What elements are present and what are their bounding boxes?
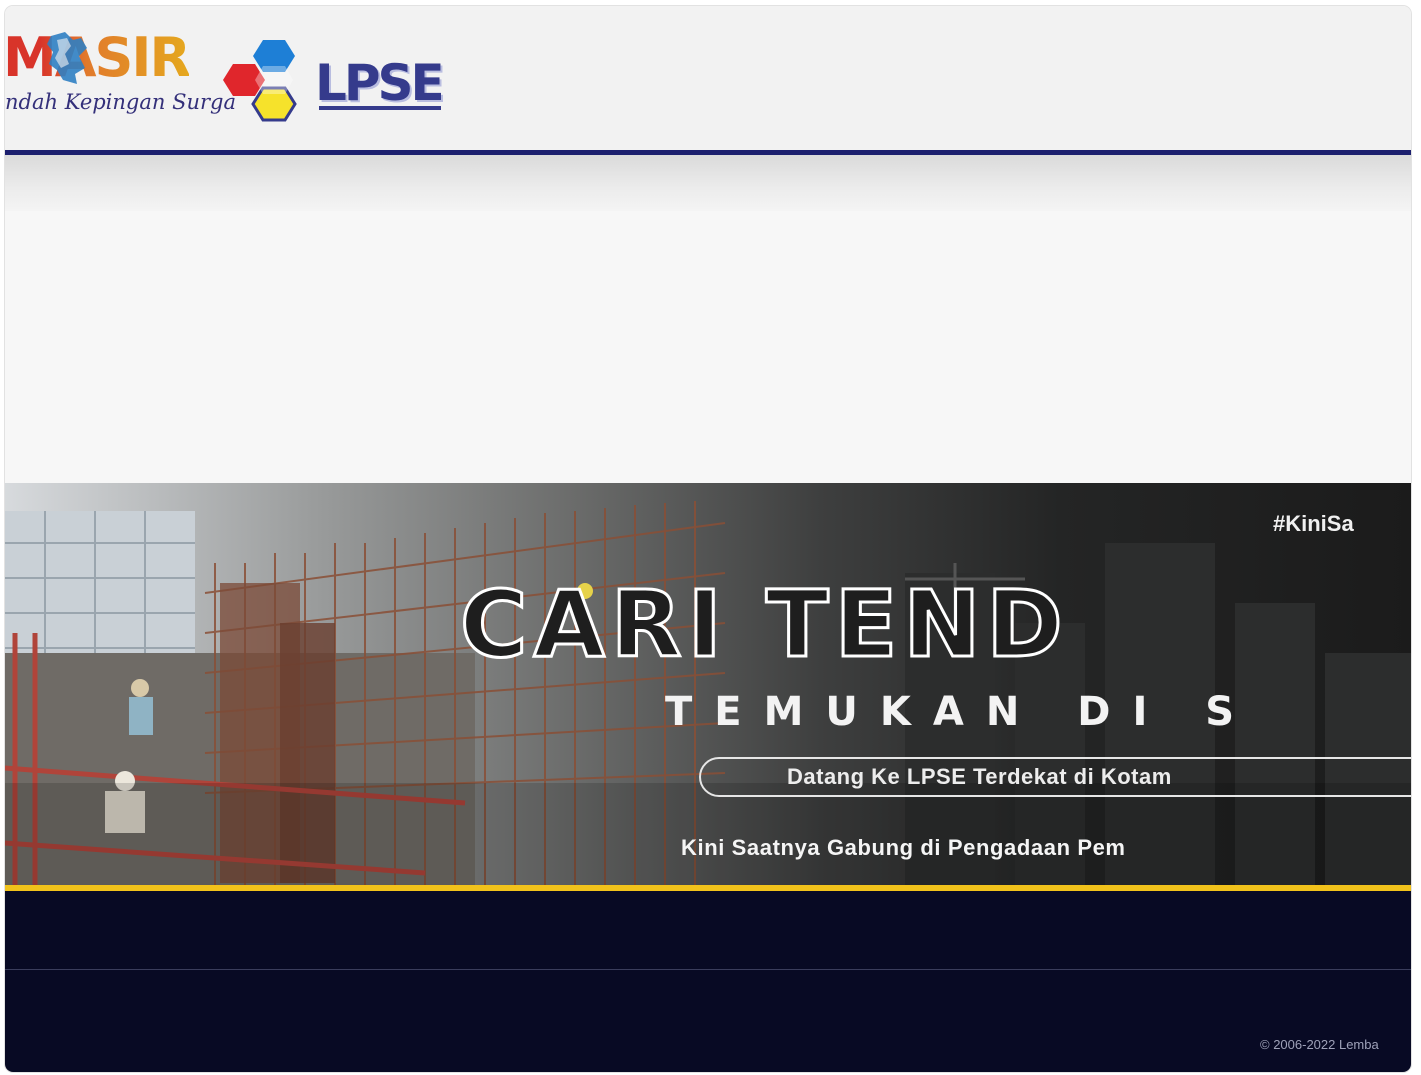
copyright-text: © 2006-2022 Lemba: [1260, 1037, 1379, 1052]
masir-tagline: ndah Kepingan Surga: [5, 90, 236, 114]
lpse-underline: [319, 106, 441, 110]
content-area: [5, 211, 1411, 483]
site-footer: © 2006-2022 Lemba: [5, 891, 1411, 1072]
navigation-bar: [5, 155, 1411, 211]
construction-scene-image: [5, 501, 1411, 885]
island-map-icon: [47, 32, 87, 84]
banner-tagline: Kini Saatnya Gabung di Pengadaan Pem: [681, 835, 1126, 860]
footer-divider: [5, 969, 1411, 970]
promo-banner[interactable]: #KiniSa CARI TEND TEMUKAN DI S Datang Ke…: [5, 483, 1411, 885]
page-frame: MASIR ndah Kepingan Surga LPSE #KiniSa C…: [5, 6, 1411, 1072]
banner-hashtag: #KiniSa: [1273, 511, 1354, 536]
masir-logo-text: MASIR: [5, 26, 191, 89]
lpse-logo[interactable]: LPSE: [223, 36, 445, 132]
banner-pill-text: Datang Ke LPSE Terdekat di Kotam: [787, 764, 1172, 789]
lpse-logo-text: LPSE: [315, 54, 445, 112]
masir-logo[interactable]: MASIR ndah Kepingan Surga: [5, 26, 236, 138]
site-header: MASIR ndah Kepingan Surga LPSE: [5, 6, 1411, 150]
banner-title: CARI TEND: [459, 571, 1069, 678]
lpse-hexagons-icon: [223, 40, 297, 122]
banner-subtitle: TEMUKAN DI S: [665, 689, 1257, 735]
banner-pill: Datang Ke LPSE Terdekat di Kotam: [699, 757, 1411, 797]
